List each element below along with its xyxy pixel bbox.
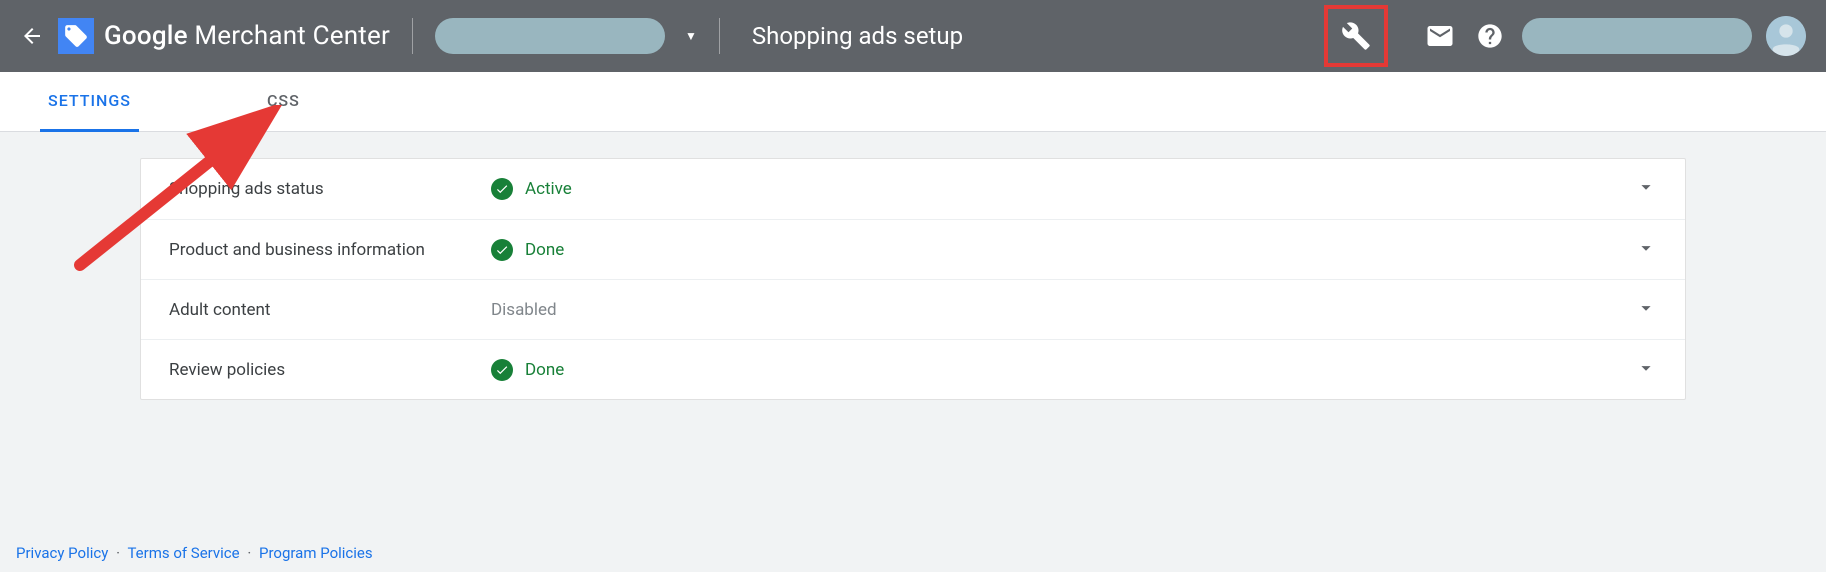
account-info-redacted <box>1522 18 1752 54</box>
tab-bar: SETTINGS CSS <box>0 72 1826 132</box>
row-label: Adult content <box>169 300 491 320</box>
settings-card: Shopping ads status Active Product and b… <box>140 158 1686 400</box>
terms-link[interactable]: Terms of Service <box>127 544 239 562</box>
row-label: Product and business information <box>169 240 491 260</box>
row-label: Review policies <box>169 360 491 380</box>
status-text: Disabled <box>491 300 557 320</box>
status-text: Active <box>525 179 572 199</box>
mail-icon[interactable] <box>1422 18 1458 54</box>
chevron-down-icon <box>1635 237 1657 263</box>
tools-button-highlighted[interactable] <box>1324 5 1388 67</box>
row-product-business-info[interactable]: Product and business information Done <box>141 219 1685 279</box>
tab-settings[interactable]: SETTINGS <box>40 72 139 132</box>
status-text: Done <box>525 360 564 380</box>
account-selector-redacted[interactable] <box>435 18 665 54</box>
check-circle-icon <box>491 178 513 200</box>
tab-css[interactable]: CSS <box>259 72 308 132</box>
chevron-down-icon <box>1635 176 1657 202</box>
footer-links: Privacy Policy · Terms of Service · Prog… <box>16 544 373 562</box>
row-label: Shopping ads status <box>169 179 491 199</box>
help-icon[interactable] <box>1472 18 1508 54</box>
main-content: Shopping ads status Active Product and b… <box>0 132 1826 400</box>
program-link[interactable]: Program Policies <box>259 544 373 562</box>
check-circle-icon <box>491 359 513 381</box>
row-status: Done <box>491 239 1635 261</box>
row-review-policies[interactable]: Review policies Done <box>141 339 1685 399</box>
chevron-down-icon <box>1635 297 1657 323</box>
row-status: Done <box>491 359 1635 381</box>
row-shopping-ads-status[interactable]: Shopping ads status Active <box>141 159 1685 219</box>
row-status: Active <box>491 178 1635 200</box>
header-divider <box>412 18 413 54</box>
page-title: Shopping ads setup <box>752 22 963 50</box>
app-logo[interactable]: Google Merchant Center <box>58 18 390 54</box>
check-circle-icon <box>491 239 513 261</box>
status-text: Done <box>525 240 564 260</box>
privacy-link[interactable]: Privacy Policy <box>16 544 108 562</box>
header-divider <box>719 18 720 54</box>
row-status: Disabled <box>491 300 1635 320</box>
chevron-down-icon <box>1635 357 1657 383</box>
user-avatar[interactable] <box>1766 16 1806 56</box>
app-name: Google Merchant Center <box>104 21 390 51</box>
back-arrow-icon[interactable] <box>20 24 44 48</box>
row-adult-content[interactable]: Adult content Disabled <box>141 279 1685 339</box>
app-header: Google Merchant Center ▼ Shopping ads se… <box>0 0 1826 72</box>
caret-down-icon[interactable]: ▼ <box>685 29 697 43</box>
merchant-tag-icon <box>58 18 94 54</box>
